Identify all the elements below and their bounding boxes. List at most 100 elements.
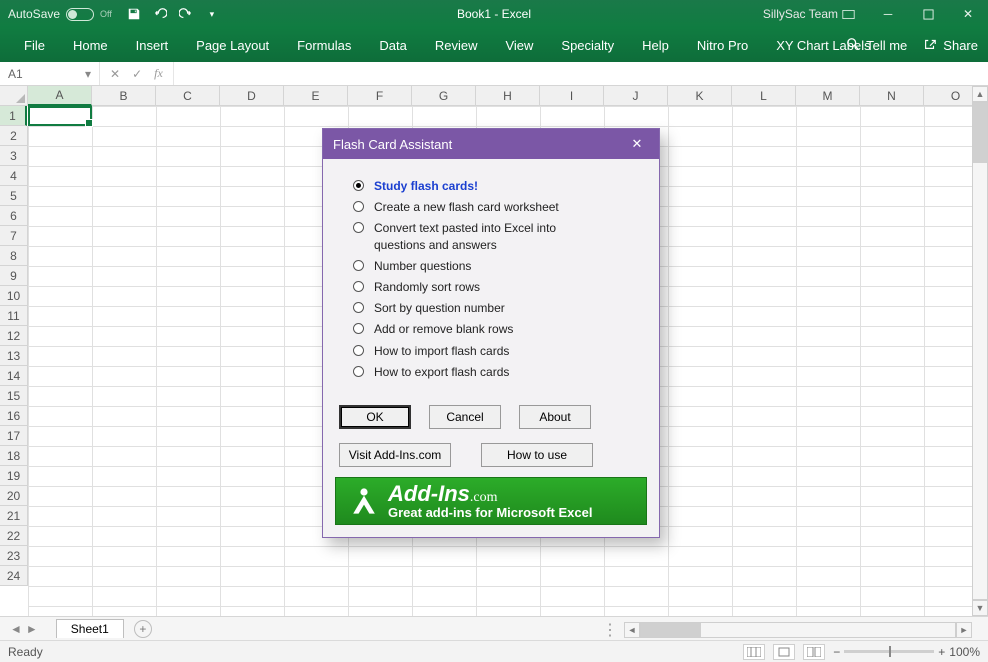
qat-customize-icon[interactable]: ▾ xyxy=(204,6,220,22)
zoom-level[interactable]: 100% xyxy=(949,645,980,659)
tab-file[interactable]: File xyxy=(10,28,59,62)
formula-input[interactable] xyxy=(173,62,988,85)
row-header[interactable]: 21 xyxy=(0,506,28,526)
row-header[interactable]: 7 xyxy=(0,226,28,246)
redo-icon[interactable] xyxy=(178,6,194,22)
row-header[interactable]: 15 xyxy=(0,386,28,406)
about-button[interactable]: About xyxy=(519,405,591,429)
active-cell[interactable] xyxy=(28,106,92,126)
radio-export[interactable]: How to export flash cards xyxy=(353,364,637,380)
tab-insert[interactable]: Insert xyxy=(122,28,183,62)
column-header[interactable]: D xyxy=(220,86,284,106)
scroll-down-icon[interactable]: ▼ xyxy=(972,600,988,616)
row-header[interactable]: 9 xyxy=(0,266,28,286)
how-to-use-button[interactable]: How to use xyxy=(481,443,593,467)
row-header[interactable]: 12 xyxy=(0,326,28,346)
row-header[interactable]: 2 xyxy=(0,126,28,146)
select-all-triangle[interactable] xyxy=(0,86,28,106)
row-header[interactable]: 11 xyxy=(0,306,28,326)
cancel-formula-icon[interactable]: ✕ xyxy=(110,67,120,81)
enter-formula-icon[interactable]: ✓ xyxy=(132,67,142,81)
scroll-thumb[interactable] xyxy=(973,103,987,163)
maximize-icon[interactable] xyxy=(908,0,948,28)
tab-review[interactable]: Review xyxy=(421,28,492,62)
radio-import[interactable]: How to import flash cards xyxy=(353,343,637,359)
close-icon[interactable]: ✕ xyxy=(948,0,988,28)
column-header[interactable]: L xyxy=(732,86,796,106)
new-sheet-button[interactable]: + xyxy=(134,620,152,638)
scroll-left-icon[interactable]: ◄ xyxy=(624,622,640,638)
row-header[interactable]: 3 xyxy=(0,146,28,166)
undo-icon[interactable] xyxy=(152,6,168,22)
tell-me-search[interactable]: Tell me xyxy=(846,37,907,54)
visit-addins-button[interactable]: Visit Add-Ins.com xyxy=(339,443,451,467)
row-header[interactable]: 13 xyxy=(0,346,28,366)
tab-nitro-pro[interactable]: Nitro Pro xyxy=(683,28,762,62)
column-header[interactable]: J xyxy=(604,86,668,106)
tab-home[interactable]: Home xyxy=(59,28,122,62)
ribbon-display-icon[interactable] xyxy=(828,0,868,28)
row-header[interactable]: 5 xyxy=(0,186,28,206)
dialog-titlebar[interactable]: Flash Card Assistant ✕ xyxy=(323,129,659,159)
horizontal-scrollbar[interactable]: ⋮ ◄ ► xyxy=(602,620,972,640)
name-box[interactable]: A1 ▾ xyxy=(0,62,100,85)
zoom-out-button[interactable]: − xyxy=(833,645,840,659)
minimize-icon[interactable]: ─ xyxy=(868,0,908,28)
normal-view-icon[interactable] xyxy=(743,644,765,660)
tab-data[interactable]: Data xyxy=(365,28,420,62)
chevron-down-icon[interactable]: ▾ xyxy=(85,67,99,81)
close-icon[interactable]: ✕ xyxy=(625,132,649,156)
row-header[interactable]: 18 xyxy=(0,446,28,466)
radio-create-worksheet[interactable]: Create a new flash card worksheet xyxy=(353,199,637,215)
zoom-slider[interactable] xyxy=(844,650,934,653)
row-header[interactable]: 10 xyxy=(0,286,28,306)
row-header[interactable]: 16 xyxy=(0,406,28,426)
tab-page-layout[interactable]: Page Layout xyxy=(182,28,283,62)
column-header[interactable]: E xyxy=(284,86,348,106)
scroll-right-icon[interactable]: ► xyxy=(956,622,972,638)
row-header[interactable]: 8 xyxy=(0,246,28,266)
zoom-in-button[interactable]: + xyxy=(938,645,945,659)
column-header[interactable]: M xyxy=(796,86,860,106)
row-header[interactable]: 1 xyxy=(0,106,27,126)
row-header[interactable]: 20 xyxy=(0,486,28,506)
tab-help[interactable]: Help xyxy=(628,28,683,62)
row-header[interactable]: 23 xyxy=(0,546,28,566)
radio-random-sort[interactable]: Randomly sort rows xyxy=(353,279,637,295)
column-header[interactable]: A xyxy=(28,86,92,106)
page-layout-view-icon[interactable] xyxy=(773,644,795,660)
vertical-scrollbar[interactable]: ▲ ▼ xyxy=(972,86,988,616)
prev-sheet-icon[interactable]: ◄ xyxy=(10,622,22,636)
column-header[interactable]: H xyxy=(476,86,540,106)
addins-banner[interactable]: Add-Ins.com Great add-ins for Microsoft … xyxy=(335,477,647,525)
row-header[interactable]: 19 xyxy=(0,466,28,486)
column-header[interactable]: N xyxy=(860,86,924,106)
column-header[interactable]: C xyxy=(156,86,220,106)
share-button[interactable]: Share xyxy=(923,37,978,54)
tab-specialty[interactable]: Specialty xyxy=(547,28,628,62)
user-name[interactable]: SillySac Team xyxy=(763,7,838,21)
row-header[interactable]: 24 xyxy=(0,566,28,586)
fx-icon[interactable]: fx xyxy=(154,66,163,81)
row-header[interactable]: 14 xyxy=(0,366,28,386)
scroll-thumb[interactable] xyxy=(641,623,701,637)
radio-blank-rows[interactable]: Add or remove blank rows xyxy=(353,321,637,337)
row-header[interactable]: 22 xyxy=(0,526,28,546)
radio-number-questions[interactable]: Number questions xyxy=(353,258,637,274)
tab-formulas[interactable]: Formulas xyxy=(283,28,365,62)
page-break-view-icon[interactable] xyxy=(803,644,825,660)
scroll-up-icon[interactable]: ▲ xyxy=(972,86,988,102)
cancel-button[interactable]: Cancel xyxy=(429,405,501,429)
row-header[interactable]: 4 xyxy=(0,166,28,186)
column-header[interactable]: B xyxy=(92,86,156,106)
radio-study-flash-cards[interactable]: Study flash cards! xyxy=(353,178,637,194)
column-header[interactable]: G xyxy=(412,86,476,106)
radio-sort-by-number[interactable]: Sort by question number xyxy=(353,300,637,316)
row-header[interactable]: 17 xyxy=(0,426,28,446)
radio-convert-text[interactable]: Convert text pasted into Excel into ques… xyxy=(353,220,637,252)
column-header[interactable]: K xyxy=(668,86,732,106)
column-header[interactable]: F xyxy=(348,86,412,106)
sheet-tab-sheet1[interactable]: Sheet1 xyxy=(56,619,124,638)
split-handle-icon[interactable]: ⋮ xyxy=(602,620,624,640)
save-icon[interactable] xyxy=(126,6,142,22)
